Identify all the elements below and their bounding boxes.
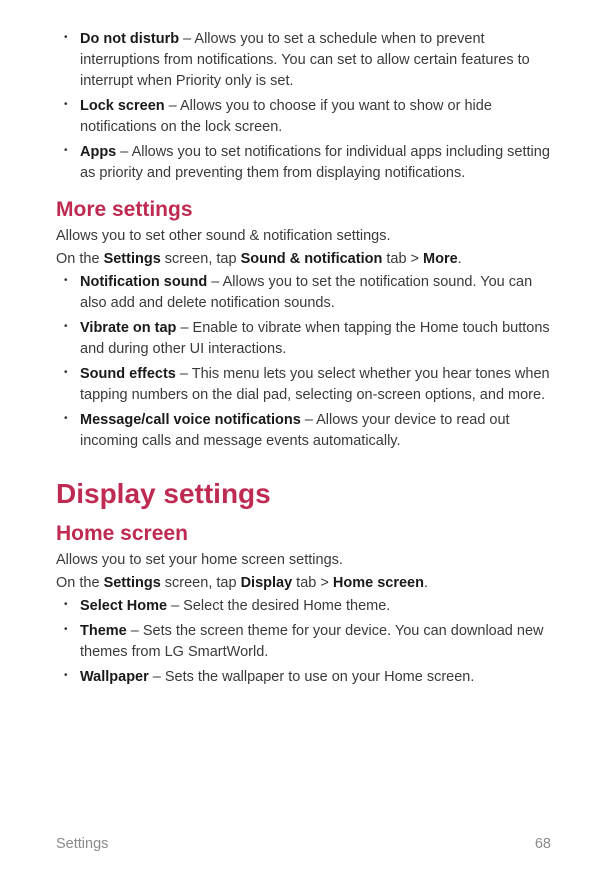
more-settings-heading: More settings [56, 198, 551, 222]
item-term: Lock screen [80, 98, 165, 114]
home-screen-intro: Allows you to set your home screen setti… [56, 550, 551, 571]
item-term: Notification sound [80, 274, 207, 290]
list-item: Notification sound – Allows you to set t… [80, 272, 551, 314]
list-item: Vibrate on tap – Enable to vibrate when … [80, 318, 551, 360]
top-bullet-list: Do not disturb – Allows you to set a sch… [56, 29, 551, 184]
page-content: Do not disturb – Allows you to set a sch… [0, 0, 591, 688]
item-desc: – Select the desired Home theme. [167, 598, 390, 614]
item-term: Wallpaper [80, 669, 149, 685]
list-item: Wallpaper – Sets the wallpaper to use on… [80, 667, 551, 688]
item-desc: – Sets the screen theme for your device.… [80, 623, 543, 660]
footer-section: Settings [56, 836, 108, 852]
home-screen-list: Select Home – Select the desired Home th… [56, 596, 551, 688]
footer-page-number: 68 [535, 836, 551, 852]
page-footer: Settings 68 [56, 836, 551, 852]
more-settings-list: Notification sound – Allows you to set t… [56, 272, 551, 452]
list-item: Apps – Allows you to set notifications f… [80, 142, 551, 184]
display-settings-heading: Display settings [56, 478, 551, 510]
list-item: Lock screen – Allows you to choose if yo… [80, 96, 551, 138]
list-item: Message/call voice notifications – Allow… [80, 410, 551, 452]
item-term: Message/call voice notifications [80, 412, 301, 428]
list-item: Sound effects – This menu lets you selec… [80, 364, 551, 406]
home-screen-heading: Home screen [56, 522, 551, 546]
list-item: Theme – Sets the screen theme for your d… [80, 621, 551, 663]
item-term: Sound effects [80, 366, 176, 382]
item-desc: – Sets the wallpaper to use on your Home… [149, 669, 475, 685]
more-settings-intro: Allows you to set other sound & notifica… [56, 226, 551, 247]
list-item: Do not disturb – Allows you to set a sch… [80, 29, 551, 92]
item-term: Apps [80, 144, 116, 160]
item-term: Select Home [80, 598, 167, 614]
home-screen-path: On the Settings screen, tap Display tab … [56, 573, 551, 594]
item-desc: – Allows you to set notifications for in… [80, 144, 550, 181]
item-term: Theme [80, 623, 127, 639]
item-term: Vibrate on tap [80, 320, 176, 336]
more-settings-path: On the Settings screen, tap Sound & noti… [56, 249, 551, 270]
list-item: Select Home – Select the desired Home th… [80, 596, 551, 617]
item-term: Do not disturb [80, 31, 179, 47]
